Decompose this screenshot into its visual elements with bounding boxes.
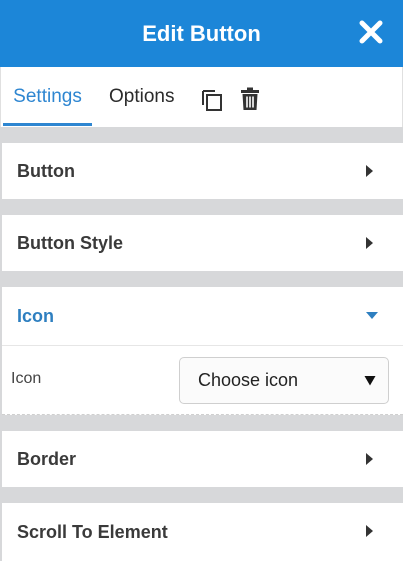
edit-button-panel: Edit Button Settings Options Button Butt… bbox=[0, 0, 403, 561]
tab-options[interactable]: Options bbox=[109, 67, 174, 127]
close-button[interactable] bbox=[357, 18, 385, 46]
section-scroll-to-element[interactable]: Scroll To Element bbox=[2, 503, 403, 561]
delete-button[interactable] bbox=[238, 87, 262, 111]
dropdown-arrow-icon bbox=[364, 376, 376, 386]
section-button[interactable]: Button bbox=[2, 143, 403, 199]
icon-field-row: Icon Choose icon bbox=[2, 345, 403, 415]
duplicate-button[interactable] bbox=[200, 87, 224, 111]
section-button-style[interactable]: Button Style bbox=[2, 215, 403, 271]
section-icon-label: Icon bbox=[17, 305, 55, 326]
icon-select[interactable]: Choose icon bbox=[179, 357, 389, 404]
icon-select-value: Choose icon bbox=[198, 370, 299, 390]
tab-settings-label: Settings bbox=[13, 86, 82, 107]
section-scroll-to-element-label: Scroll To Element bbox=[17, 521, 168, 542]
tab-bar: Settings Options bbox=[0, 67, 403, 127]
section-border-label: Border bbox=[17, 448, 77, 469]
section-button-label: Button bbox=[17, 160, 75, 181]
close-icon bbox=[359, 20, 383, 44]
panel-title: Edit Button bbox=[142, 20, 261, 46]
caret-down-icon bbox=[366, 312, 378, 319]
section-button-style-label: Button Style bbox=[17, 232, 123, 253]
trash-icon bbox=[241, 87, 259, 110]
icon-field-label: Icon bbox=[11, 370, 42, 387]
tab-options-label: Options bbox=[109, 86, 175, 107]
copy-icon bbox=[202, 90, 222, 111]
section-icon[interactable]: Icon bbox=[2, 287, 403, 345]
tab-settings[interactable]: Settings bbox=[3, 67, 92, 127]
caret-right-icon bbox=[366, 237, 373, 249]
panel-header: Edit Button bbox=[0, 0, 403, 67]
section-border[interactable]: Border bbox=[2, 431, 403, 487]
caret-right-icon bbox=[366, 453, 373, 465]
caret-right-icon bbox=[366, 525, 373, 537]
caret-right-icon bbox=[366, 165, 373, 177]
